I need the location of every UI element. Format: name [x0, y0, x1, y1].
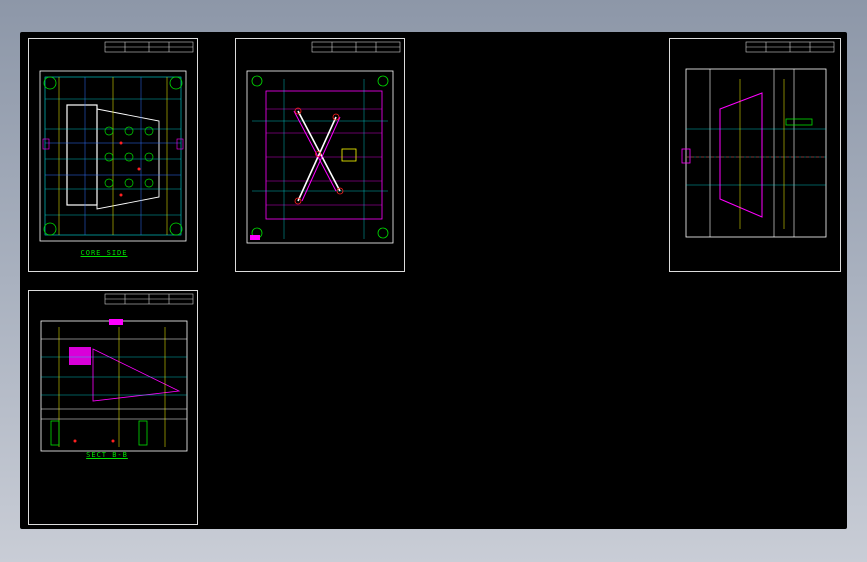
ejector-plan	[246, 41, 401, 244]
sheet-caption-section-bb: SECT B-B	[86, 451, 128, 459]
sheet-caption-core-side: CORE SIDE	[80, 249, 128, 257]
drawing-sheet-side-section[interactable]	[669, 38, 841, 272]
title-block	[311, 41, 401, 53]
cad-viewport[interactable]: CORE SIDE SECT B-B	[20, 32, 847, 529]
title-block	[104, 293, 194, 305]
drawing-sheet-ejector-plan[interactable]	[235, 38, 405, 272]
core-side-plan	[39, 41, 194, 242]
title-block	[104, 41, 194, 53]
section-bb	[40, 293, 194, 452]
side-section	[681, 41, 835, 238]
drawing-sheet-core-side[interactable]: CORE SIDE	[28, 38, 198, 272]
drawing-sheet-section-bb[interactable]: SECT B-B	[28, 290, 198, 525]
title-block	[745, 41, 835, 53]
